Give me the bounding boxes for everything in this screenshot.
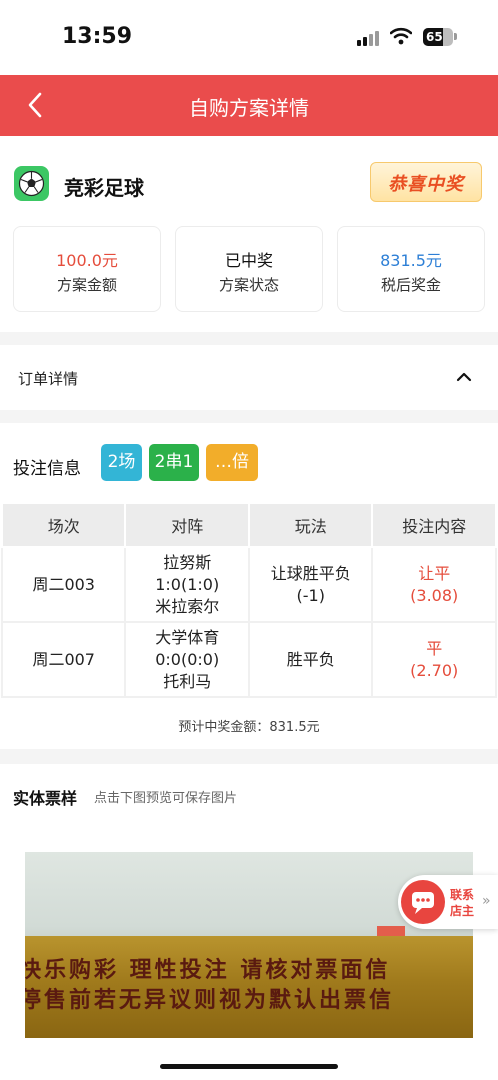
match-number: 周二003 bbox=[0, 546, 127, 623]
away-team: 托利马 bbox=[163, 671, 212, 691]
ticket-sample-title: 实体票样 bbox=[13, 789, 78, 808]
play-name: 让球胜平负 bbox=[270, 563, 351, 583]
play-type: 胜平负 bbox=[248, 621, 374, 698]
stat-label: 方案金额 bbox=[56, 276, 117, 294]
battery-icon: 65 bbox=[423, 28, 453, 46]
win-badge: 恭喜中奖 bbox=[370, 162, 482, 202]
stat-status: 已中奖 方案状态 bbox=[175, 226, 323, 312]
stat-prize: 831.5元 税后奖金 bbox=[337, 226, 485, 312]
home-team: 拉努斯 bbox=[163, 552, 212, 572]
pick-odds: (3.08) bbox=[410, 585, 459, 605]
bet-info-title: 投注信息 bbox=[13, 459, 81, 479]
chip-multiplier: …倍 bbox=[206, 444, 258, 481]
stat-label: 方案状态 bbox=[218, 276, 279, 294]
pick-odds: (2.70) bbox=[410, 660, 459, 680]
stat-value: 831.5元 bbox=[380, 251, 442, 270]
stat-value: 100.0元 bbox=[56, 251, 118, 270]
match-teams: 拉努斯 1:0(1:0) 米拉索尔 bbox=[124, 546, 251, 623]
wifi-icon bbox=[390, 27, 412, 45]
away-team: 米拉索尔 bbox=[155, 596, 220, 616]
battery-percent: 65 bbox=[426, 30, 443, 44]
signal-icon bbox=[357, 30, 381, 46]
table-row: 周二007 大学体育 0:0(0:0) 托利马 胜平负 平 (2.70) bbox=[0, 621, 497, 698]
order-details-title: 订单详情 bbox=[18, 370, 79, 388]
bet-pick: 让平 (3.08) bbox=[371, 546, 497, 623]
chevron-up-icon[interactable] bbox=[456, 369, 472, 385]
order-details-toggle[interactable]: 订单详情 bbox=[0, 345, 498, 410]
stat-amount: 100.0元 方案金额 bbox=[13, 226, 161, 312]
play-name: 胜平负 bbox=[286, 649, 335, 669]
match-number: 周二007 bbox=[0, 621, 127, 698]
column-header: 投注内容 bbox=[371, 502, 497, 548]
play-handicap: (-1) bbox=[296, 585, 325, 605]
status-bar: 13:59 65 bbox=[0, 0, 498, 75]
match-score: 1:0(1:0) bbox=[155, 574, 220, 594]
win-badge-text: 恭喜中奖 bbox=[388, 174, 464, 195]
contact-owner-button[interactable]: 联系 店主 » bbox=[398, 875, 498, 929]
pick-name: 平 bbox=[426, 638, 443, 658]
football-icon bbox=[14, 166, 49, 201]
contact-label-line2: 店主 bbox=[450, 904, 475, 918]
chat-icon bbox=[401, 880, 445, 924]
photo-text-line2: 停售前若无异议则视为默认出票信 bbox=[25, 988, 395, 1013]
match-score: 0:0(0:0) bbox=[155, 649, 220, 669]
match-teams: 大学体育 0:0(0:0) 托利马 bbox=[124, 621, 251, 698]
chip-matches: 2场 bbox=[101, 444, 142, 481]
home-team: 大学体育 bbox=[155, 627, 220, 647]
stat-label: 税后奖金 bbox=[380, 276, 441, 294]
table-header-row: 场次 对阵 玩法 投注内容 bbox=[0, 502, 497, 548]
play-type: 让球胜平负 (-1) bbox=[248, 546, 374, 623]
lottery-brand: 竞彩足球 bbox=[64, 176, 144, 200]
photo-text-line1: 快乐购彩 理性投注 请核对票面信 bbox=[25, 958, 391, 983]
ticket-sample-hint: 点击下图预览可保存图片 bbox=[94, 791, 238, 806]
nav-bar: 自购方案详情 bbox=[0, 75, 498, 136]
page-title: 自购方案详情 bbox=[189, 96, 309, 120]
double-chevron-right-icon: » bbox=[482, 893, 491, 909]
summary-card: 竞彩足球 恭喜中奖 100.0元 方案金额 已中奖 方案状态 831.5元 税后… bbox=[0, 136, 498, 332]
column-header: 对阵 bbox=[124, 502, 251, 548]
estimated-prize: 预计中奖金额：831.5元 bbox=[178, 720, 320, 735]
bet-info-section: 投注信息 2场 2串1 …倍 场次 对阵 玩法 投注内容 周二003 拉努斯 1… bbox=[0, 423, 498, 749]
column-header: 玩法 bbox=[248, 502, 374, 548]
home-indicator[interactable] bbox=[160, 1064, 338, 1069]
column-header: 场次 bbox=[0, 502, 127, 548]
bet-pick: 平 (2.70) bbox=[371, 621, 497, 698]
clock: 13:59 bbox=[62, 24, 133, 49]
battery-tip bbox=[454, 33, 457, 40]
bet-table: 场次 对阵 玩法 投注内容 周二003 拉努斯 1:0(1:0) 米拉索尔 让球… bbox=[0, 502, 497, 698]
stat-value: 已中奖 bbox=[224, 251, 273, 270]
pick-name: 让平 bbox=[418, 563, 451, 583]
chip-combo: 2串1 bbox=[149, 444, 199, 481]
contact-label-line1: 联系 bbox=[450, 888, 475, 902]
table-row: 周二003 拉努斯 1:0(1:0) 米拉索尔 让球胜平负 (-1) 让平 (3… bbox=[0, 546, 497, 623]
